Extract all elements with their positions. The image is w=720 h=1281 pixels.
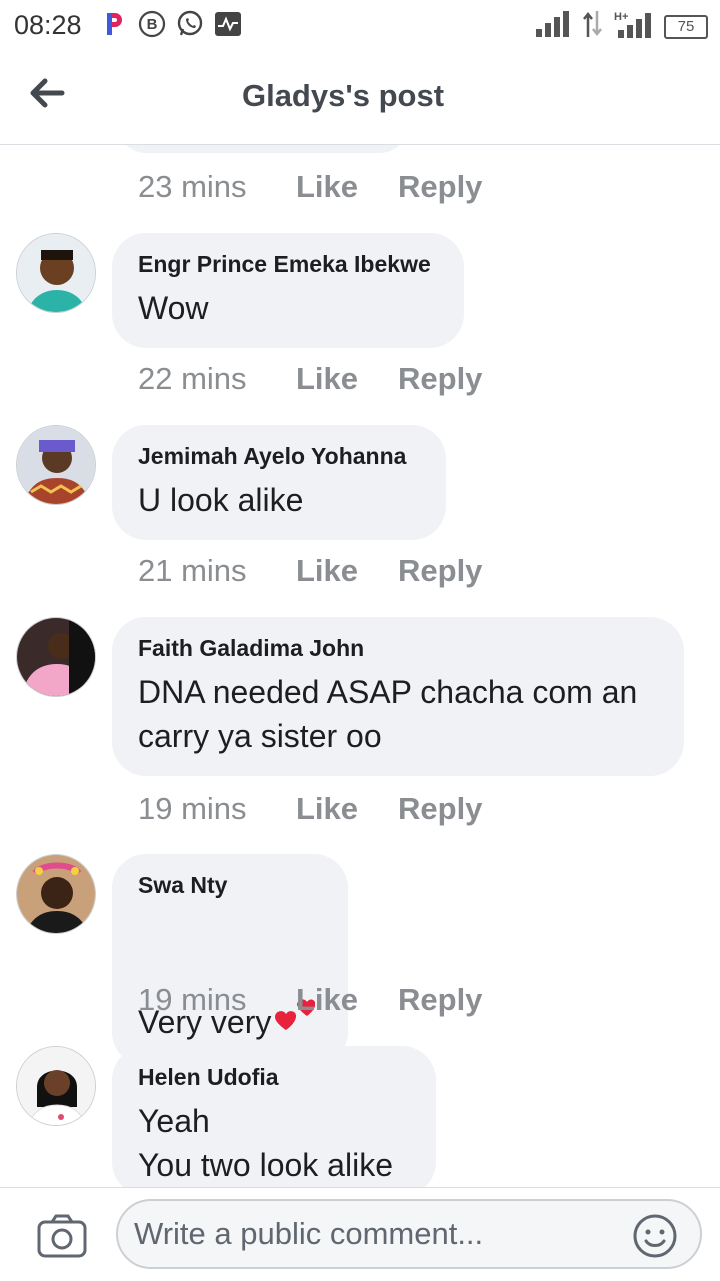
like-button[interactable]: Like [296,982,398,1018]
reply-button[interactable]: Reply [398,169,482,205]
comment-bubble: Engr Prince Emeka Ibekwe Wow [112,233,464,348]
previous-comment-bubble [118,145,408,153]
like-button[interactable]: Like [296,169,398,205]
comment-meta: 19 mins Like Reply [138,791,482,827]
comment-bubble: Swa Nty Very very [112,854,348,1066]
avatar[interactable] [16,233,96,313]
avatar[interactable] [16,854,96,934]
comment-bubble: Faith Galadima John DNA needed ASAP chac… [112,617,684,776]
status-bar: 08:28 B H+ 75 [0,0,720,50]
comment-time: 23 mins [138,169,247,204]
comment-text: Yeah You two look alike [138,1103,393,1183]
reply-button[interactable]: Reply [398,553,482,589]
reply-button[interactable]: Reply [398,982,482,1018]
comment-input[interactable] [132,1213,616,1255]
comment-time: 22 mins [138,361,247,396]
comment-author[interactable]: Swa Nty [138,872,320,899]
comment-author[interactable]: Engr Prince Emeka Ibekwe [138,251,436,278]
avatar[interactable] [16,425,96,505]
comment-text: Wow [138,290,209,326]
reply-button[interactable]: Reply [398,361,482,397]
like-button[interactable]: Like [296,553,398,589]
avatar[interactable] [16,1046,96,1126]
reply-button[interactable]: Reply [398,791,482,827]
comment-input-container[interactable] [116,1199,702,1269]
comment-text: U look alike [138,482,304,518]
comment-time: 19 mins [138,791,247,826]
comment-author[interactable]: Jemimah Ayelo Yohanna [138,443,418,470]
like-button[interactable]: Like [296,361,398,397]
avatar[interactable] [16,617,96,697]
whatsapp-icon [176,10,204,38]
activity-icon [214,10,242,38]
comment-author[interactable]: Helen Udofia [138,1064,408,1091]
camera-icon[interactable] [36,1212,88,1260]
like-button[interactable]: Like [296,791,398,827]
battery-indicator: 75 [664,14,708,39]
svg-text:H+: H+ [614,11,628,23]
hplus-signal-icon: H+ [614,10,654,43]
b-circle-icon: B [138,10,166,38]
comment-time: 19 mins [138,982,247,1017]
app-bar: Gladys's post [0,50,720,145]
comment-text: DNA needed ASAP chacha com an carry ya s… [138,674,638,754]
comment-bubble: Helen Udofia Yeah You two look alike [112,1046,436,1187]
comment-time: 21 mins [138,553,247,588]
comment-meta: 21 mins Like Reply [138,553,482,589]
data-arrows-icon [582,11,604,42]
svg-text:B: B [147,16,158,33]
comment-author[interactable]: Faith Galadima John [138,635,656,662]
comment-meta: 19 mins Like Reply [138,982,482,1018]
signal-icon [536,11,572,42]
emoji-icon[interactable] [632,1213,678,1259]
comment-meta: 23 mins Like Reply [138,169,482,205]
comment-bubble: Jemimah Ayelo Yohanna U look alike [112,425,446,540]
comments-feed[interactable]: 23 mins Like Reply Engr Prince Emeka Ibe… [0,145,720,1187]
app-p-icon [100,10,128,38]
status-time: 08:28 [14,10,82,40]
page-title: Gladys's post [241,78,445,113]
comment-composer [0,1187,720,1281]
comment-meta: 22 mins Like Reply [138,361,482,397]
